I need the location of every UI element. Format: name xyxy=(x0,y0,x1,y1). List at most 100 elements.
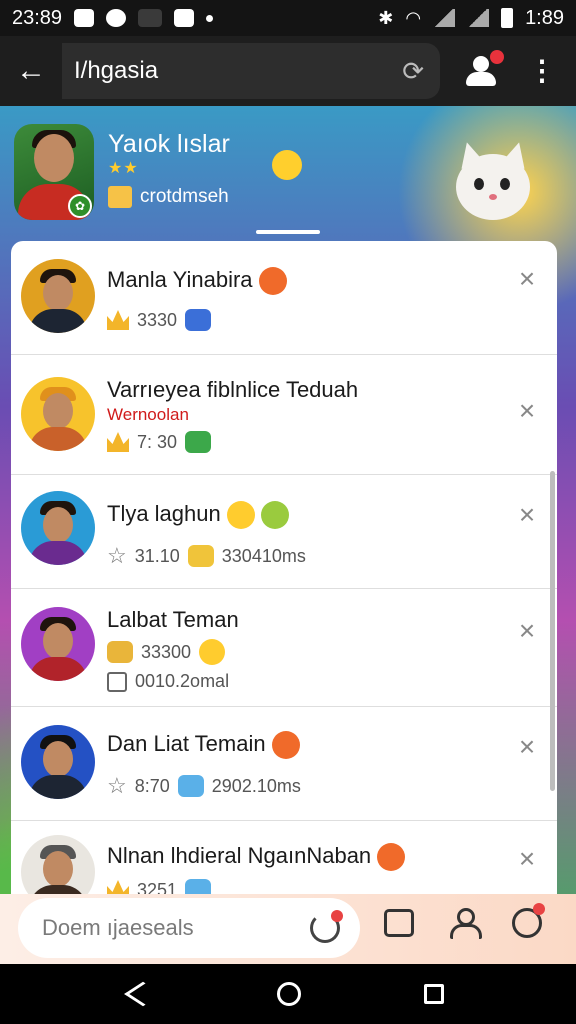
friend-name-row: Dan Liat Temain xyxy=(107,731,300,760)
system-nav-bar xyxy=(0,964,576,1024)
profile-stars: ★★ xyxy=(108,160,139,177)
remove-friend-button[interactable]: × xyxy=(513,265,541,293)
avatar-face xyxy=(34,134,74,182)
avatar xyxy=(21,835,95,894)
crown-icon xyxy=(107,880,129,894)
list-item[interactable]: Nlnan lhdieral NgaınNaban 3251 × xyxy=(11,821,557,894)
person-outline-icon[interactable] xyxy=(448,908,482,939)
signal-icon xyxy=(433,9,456,27)
profile-header: ✿ Yaıok lıslar ★★ crotdmseh xyxy=(0,106,576,236)
list-item[interactable]: Manla Yinabira 3330 × xyxy=(11,241,557,355)
remove-friend-button[interactable]: × xyxy=(513,617,541,645)
nav-home-icon[interactable] xyxy=(276,982,301,1006)
profile-subtitle: crotdmseh xyxy=(140,186,229,207)
avatar xyxy=(21,377,95,451)
avatar-face xyxy=(43,741,73,777)
wifi-icon: ◠ xyxy=(405,8,422,28)
status-left: 23:89 xyxy=(12,6,214,30)
remove-friend-button[interactable]: × xyxy=(513,845,541,873)
sticker-icon xyxy=(107,641,133,663)
notification-badge xyxy=(490,50,504,64)
list-item[interactable]: Varrıeyea fiblnlice Teduah Wernoolan 7: … xyxy=(11,355,557,475)
list-item[interactable]: Tlya laghun ☆ 31.10 330410ms × xyxy=(11,475,557,589)
friend-name: Varrıeyea fiblnlice Teduah xyxy=(107,377,359,402)
avatar xyxy=(21,725,95,799)
input-bar-icons xyxy=(384,903,545,939)
avatar xyxy=(21,491,95,565)
search-input[interactable] xyxy=(42,915,302,941)
friend-list-card: Manla Yinabira 3330 × Varrıeyea fiblnlic… xyxy=(11,241,557,894)
sticker-icon xyxy=(185,879,212,894)
profile-name: Yaıok lıslar xyxy=(108,130,230,158)
remove-friend-button[interactable]: × xyxy=(513,397,541,425)
add-person-icon[interactable] xyxy=(464,50,504,88)
star-outline-icon: ☆ xyxy=(107,543,127,568)
friend-meta: 3330 xyxy=(107,309,212,331)
status-time-left: 23:89 xyxy=(12,6,63,29)
online-status-icon: ✿ xyxy=(68,194,92,218)
search-pill[interactable] xyxy=(18,898,360,958)
star-outline-icon: ☆ xyxy=(107,773,127,798)
folder-icon xyxy=(108,186,132,208)
remove-friend-button[interactable]: × xyxy=(513,733,541,761)
nav-recents-icon[interactable] xyxy=(424,984,445,1004)
sheet-drag-handle[interactable] xyxy=(256,230,320,234)
battery-icon xyxy=(501,8,514,28)
status-right: ✱ ◠ 1:89 xyxy=(378,7,564,30)
avatar xyxy=(21,607,95,681)
friend-name: Nlnan lhdieral NgaınNaban xyxy=(107,843,372,868)
back-arrow-icon[interactable]: ← xyxy=(0,36,62,106)
fruit-emoji-icon xyxy=(271,731,300,760)
heart-icon[interactable] xyxy=(310,910,343,943)
avatar-body xyxy=(29,775,87,799)
profile-subtitle-row: crotdmseh xyxy=(108,186,229,208)
friend-meta: ☆ 31.10 330410ms xyxy=(107,545,306,567)
notification-icon xyxy=(74,9,95,27)
bottom-input-bar xyxy=(0,894,576,964)
sticker-face-icon[interactable] xyxy=(512,903,545,938)
sticker-badge xyxy=(533,903,545,915)
dot-icon xyxy=(206,14,214,22)
sticker-icon xyxy=(185,309,212,331)
frog-sticker-icon xyxy=(185,431,212,453)
page-title: I/hgasia xyxy=(74,57,159,84)
friend-score: 31.10 xyxy=(134,545,180,566)
app-bar: ← I/hgasia ⟳ ⋮ xyxy=(0,36,576,106)
app-icon xyxy=(138,9,163,27)
emoji-sticker-icon xyxy=(272,150,302,180)
friend-extra: 0010.2omal xyxy=(135,671,230,691)
wink-emoji-icon xyxy=(199,639,226,665)
friend-name: Manla Yinabira xyxy=(107,267,253,292)
title-pill[interactable]: I/hgasia ⟳ xyxy=(62,43,440,99)
profile-avatar[interactable]: ✿ xyxy=(14,124,94,220)
avatar xyxy=(21,259,95,333)
list-item[interactable]: Dan Liat Temain ☆ 8:70 2902.10ms × xyxy=(11,707,557,821)
friend-name-row: Tlya laghun xyxy=(107,501,289,530)
friend-score: 7: 30 xyxy=(137,431,178,452)
cat-eye-left xyxy=(474,178,484,190)
scrollbar[interactable] xyxy=(550,471,555,791)
avatar-body xyxy=(29,309,87,333)
sticker-icon xyxy=(187,545,214,567)
friend-name: Tlya laghun xyxy=(107,501,221,526)
friend-status-red: Wernoolan xyxy=(107,405,189,424)
cat-nose xyxy=(489,194,497,200)
friend-score: 3251 xyxy=(137,879,178,895)
avatar-face xyxy=(43,851,73,887)
friend-extra: 330410ms xyxy=(221,545,306,566)
more-vert-icon[interactable]: ⋮ xyxy=(528,57,556,85)
list-item[interactable]: Lalbat Teman 33300 0010.2omal × xyxy=(11,589,557,707)
refresh-icon[interactable]: ⟳ xyxy=(402,56,424,87)
remove-friend-button[interactable]: × xyxy=(513,501,541,529)
messenger-icon xyxy=(106,9,127,27)
crown-icon xyxy=(107,432,129,452)
chat-box-icon[interactable] xyxy=(384,909,414,937)
avatar-face xyxy=(43,507,73,543)
fruit-emoji-icon xyxy=(258,267,287,296)
sticker-icon xyxy=(177,775,204,797)
cat-head xyxy=(456,154,530,220)
friend-name: Lalbat Teman xyxy=(107,607,239,632)
status-bar: 23:89 ✱ ◠ 1:89 xyxy=(0,0,576,36)
friend-name-row: Manla Yinabira xyxy=(107,267,287,296)
nav-back-icon[interactable] xyxy=(123,981,162,1007)
